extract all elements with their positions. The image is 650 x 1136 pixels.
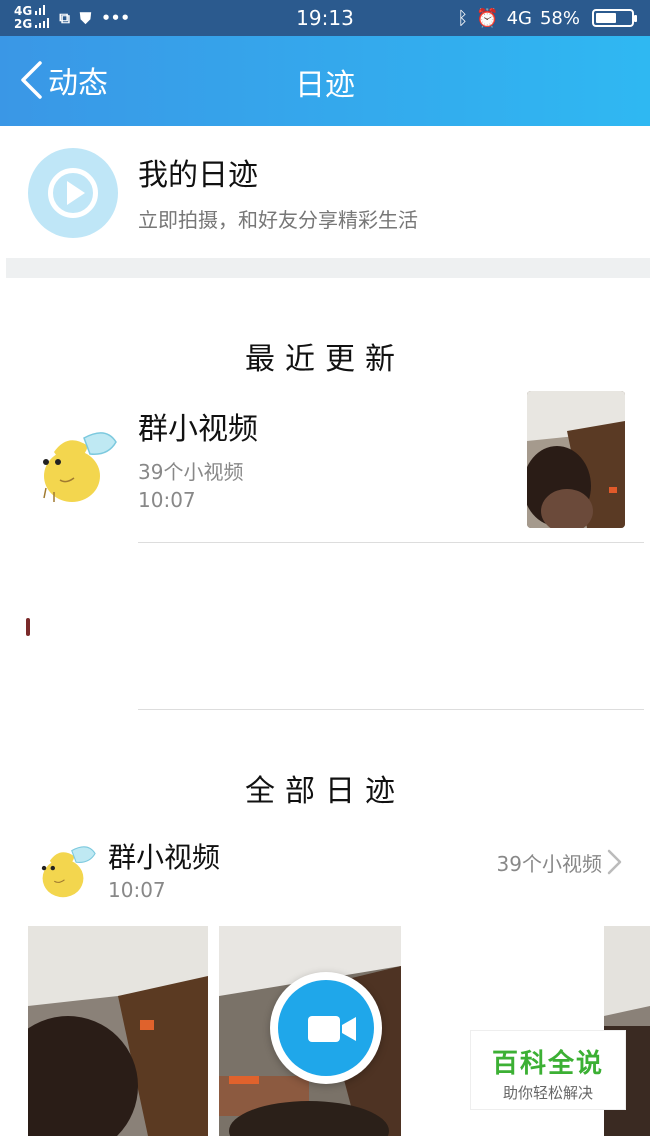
battery-percent: 58% <box>539 7 580 29</box>
recent-video-thumbnail[interactable] <box>527 391 625 528</box>
recent-item-count: 39个小视频 <box>138 460 244 484</box>
watermark-logo: 百科全说 助你轻松解决 <box>470 1030 626 1110</box>
chevron-right-icon[interactable] <box>604 848 624 876</box>
all-item-time: 10:07 <box>108 878 166 902</box>
divider <box>138 709 644 710</box>
bluetooth-icon: ᛒ <box>457 7 469 29</box>
status-bar: 4G 2G ⧉ ⛊ ••• 19:13 ᛒ ⏰ 4G 58% <box>0 0 650 36</box>
divider <box>138 542 644 543</box>
status-right: ᛒ ⏰ 4G 58% <box>457 0 637 36</box>
nav-bar: 动态 日迹 <box>0 36 650 126</box>
watermark-subtitle: 助你轻松解决 <box>502 1084 593 1102</box>
page-title: 日迹 <box>295 68 355 103</box>
all-item-count[interactable]: 39个小视频 <box>497 848 602 877</box>
section-gap <box>6 258 650 278</box>
video-frame-image <box>527 391 625 528</box>
watermark-title: 百科全说 <box>491 1049 604 1079</box>
battery-icon <box>592 9 637 27</box>
alarm-icon: ⏰ <box>476 7 499 29</box>
my-diary-subtitle: 立即拍摄，和好友分享精彩生活 <box>138 208 418 232</box>
recent-item-name[interactable]: 群小视频 <box>138 404 258 448</box>
video-thumbnail[interactable] <box>28 926 208 1136</box>
all-section-title: 全部日迹 <box>245 774 405 809</box>
avatar[interactable] <box>24 418 120 514</box>
my-diary-entry[interactable]: 我的日迹 立即拍摄，和好友分享精彩生活 <box>6 126 650 258</box>
my-diary-title: 我的日迹 <box>138 158 258 193</box>
avatar[interactable] <box>28 836 98 906</box>
chick-avatar-icon <box>43 432 117 502</box>
recent-item-time: 10:07 <box>138 488 196 512</box>
network-right-label: 4G <box>506 7 532 29</box>
record-video-button[interactable] <box>270 972 382 1084</box>
video-camera-icon <box>28 148 118 238</box>
chick-avatar-icon <box>41 846 96 898</box>
list-marker <box>26 618 30 636</box>
recent-section-title: 最近更新 <box>245 342 405 377</box>
video-frame-image <box>28 926 208 1136</box>
all-item-name[interactable]: 群小视频 <box>108 836 220 876</box>
video-camera-icon <box>308 1016 356 1042</box>
battery-fill <box>596 13 616 23</box>
